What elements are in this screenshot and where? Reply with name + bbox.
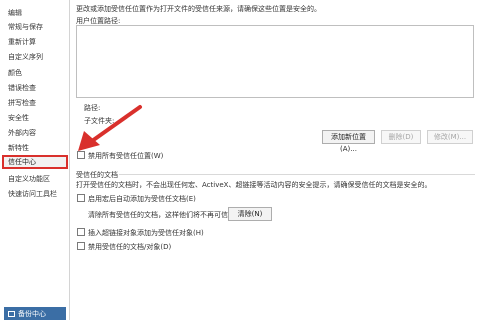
sidebar-item-security[interactable]: 安全性 [2, 111, 68, 125]
trusted-locations-list[interactable] [76, 25, 474, 98]
sidebar-item-error-check[interactable]: 错误检查 [2, 81, 68, 95]
arrow-shaft [90, 105, 142, 143]
sidebar-item-general-save[interactable]: 常规与保存 [2, 20, 68, 34]
section-divider [119, 174, 475, 175]
sidebar-item-color[interactable]: 颜色 [2, 66, 68, 80]
clear-trusted-text: 清除所有受信任的文档，这样他们将不再可信 [88, 211, 228, 219]
add-location-button[interactable]: 添加新位置(A)... [322, 130, 375, 153]
backup-icon [8, 311, 15, 317]
sidebar-item-customize-ribbon[interactable]: 自定义功能区 [2, 172, 68, 186]
sidebar-item-quick-access-toolbar[interactable]: 快速访问工具栏 [2, 187, 68, 201]
sidebar-item-spell-check[interactable]: 拼写检查 [2, 96, 68, 110]
backup-center-button[interactable]: 备份中心 [4, 307, 66, 320]
trusted-locations-description: 更改或添加受信任位置作为打开文件的受信任来源，请确保这些位置是安全的。 [76, 5, 321, 13]
sidebar: 编辑 常规与保存 重新计算 自定义序列 颜色 错误检查 拼写检查 安全性 外部内… [0, 0, 70, 320]
trusted-documents-title: 受信任的文档 [76, 171, 118, 179]
disable-trusted-docs-label: 禁用受信任的文档/对象(D) [88, 243, 172, 251]
sidebar-item-custom-lists[interactable]: 自定义序列 [2, 50, 68, 64]
trusted-documents-description: 打开受信任的文档时，不会出现任何宏、ActiveX、超链接等活动内容的安全提示，… [76, 181, 432, 189]
delete-location-button[interactable]: 删除(D) [381, 130, 421, 144]
modify-location-button[interactable]: 修改(M)... [427, 130, 473, 144]
hyperlink-trusted-checkbox[interactable] [77, 228, 85, 236]
trust-center-panel: 更改或添加受信任位置作为打开文件的受信任来源，请确保这些位置是安全的。 用户位置… [71, 0, 480, 320]
sidebar-item-new-features[interactable]: 新特性 [2, 141, 68, 155]
sidebar-item-edit[interactable]: 编辑 [2, 6, 68, 20]
annotation-arrow [78, 105, 142, 151]
sidebar-item-recalculate[interactable]: 重新计算 [2, 35, 68, 49]
auto-add-trusted-label: 启用宏后自动添加为受信任文档(E) [88, 195, 196, 203]
sidebar-item-external-content[interactable]: 外部内容 [2, 126, 68, 140]
sidebar-item-trust-center[interactable]: 信任中心 [2, 155, 68, 169]
arrow-head [78, 131, 100, 151]
backup-center-label: 备份中心 [18, 310, 46, 318]
clear-button[interactable]: 清除(N) [228, 207, 272, 221]
hyperlink-trusted-label: 插入超链接对象添加为受信任对象(H) [88, 229, 204, 237]
auto-add-trusted-checkbox[interactable] [77, 194, 85, 202]
disable-trusted-docs-checkbox[interactable] [77, 242, 85, 250]
